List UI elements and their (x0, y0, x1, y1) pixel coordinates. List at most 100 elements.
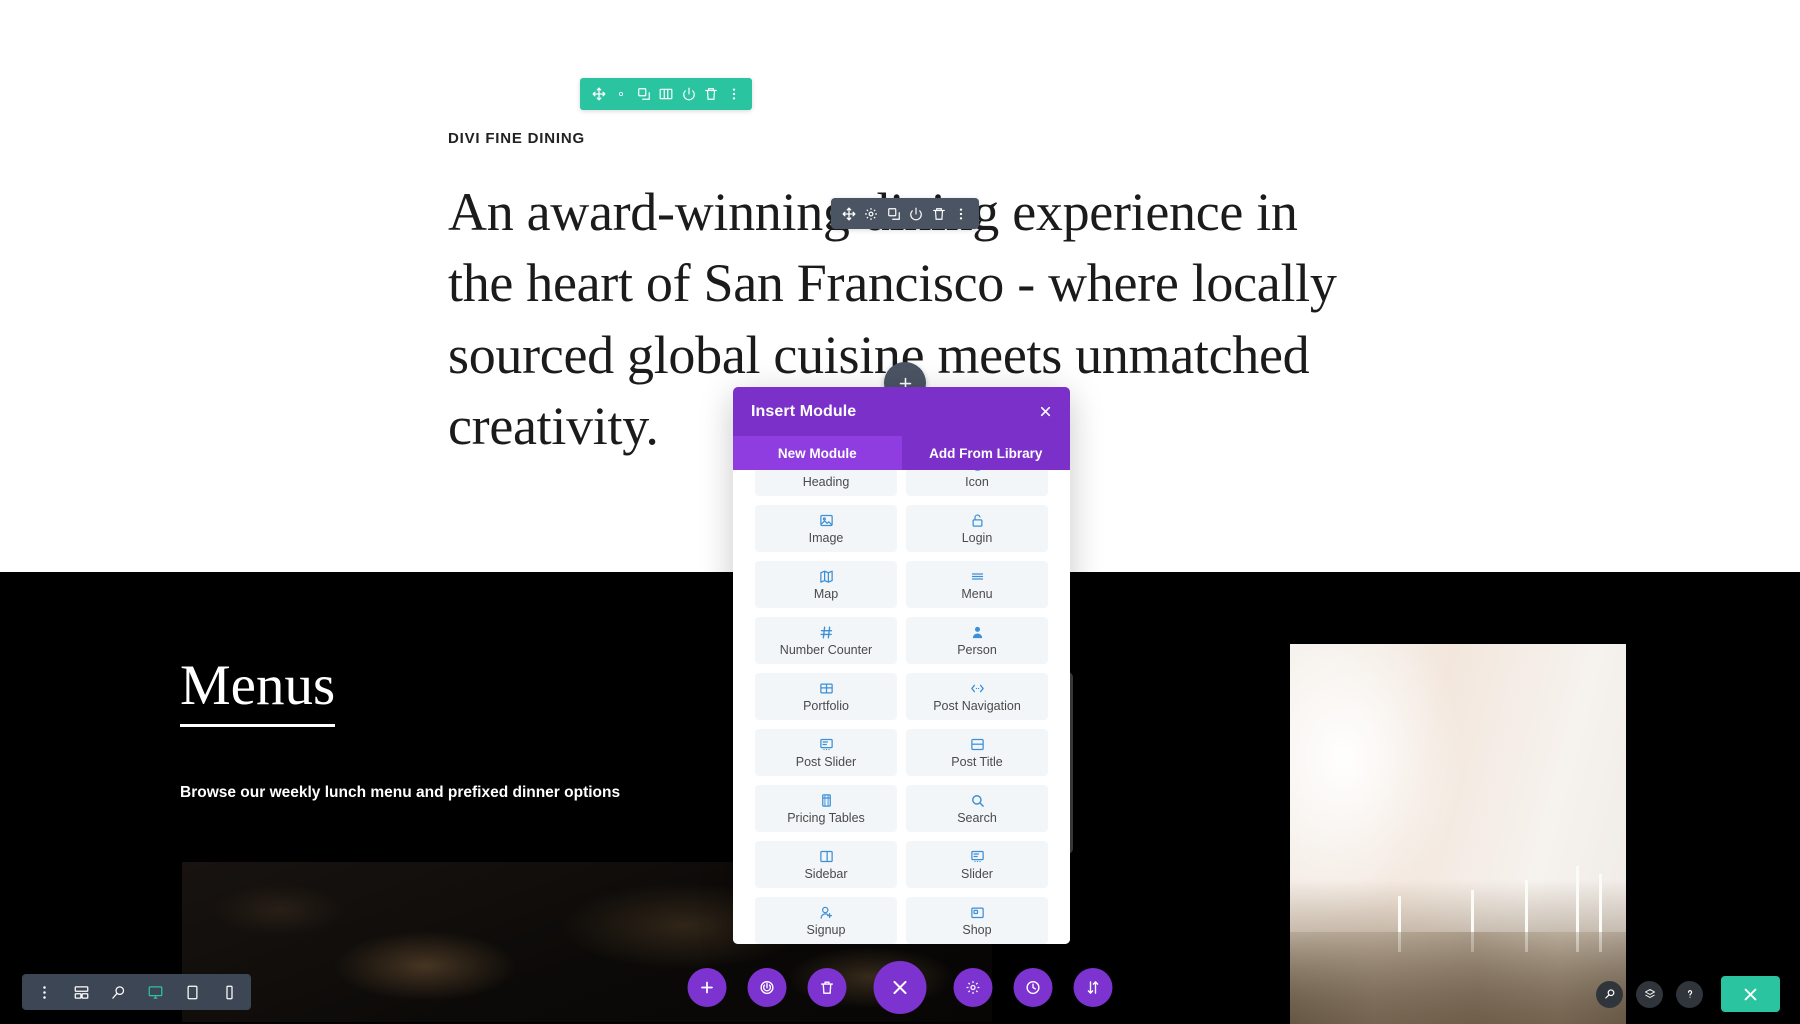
module-card-label: Menu (961, 586, 993, 601)
hero-eyebrow: DIVI FINE DINING (448, 130, 585, 147)
module-card[interactable]: Heading (755, 470, 897, 496)
module-card[interactable]: Search (906, 785, 1048, 832)
hash-icon (819, 625, 834, 641)
menus-subtitle: Browse our weekly lunch menu and prefixe… (180, 784, 621, 801)
phone-icon[interactable] (220, 983, 238, 1001)
modal-title: Insert Module (751, 402, 857, 420)
module-card[interactable]: Icon (906, 470, 1048, 496)
duplicate-icon[interactable] (885, 205, 902, 222)
dining-table-photo (1290, 644, 1626, 1024)
visual-builder-page: DIVI FINE DINING An award-winning dining… (0, 0, 1800, 1024)
module-card-label: Signup (806, 922, 846, 937)
module-card-label: Sidebar (804, 866, 848, 881)
device-preview-toolbar[interactable] (22, 974, 251, 1010)
module-card-label: Map (813, 586, 839, 601)
add-section-button[interactable] (687, 968, 727, 1007)
person-icon (970, 625, 985, 641)
builder-action-bar (687, 961, 1113, 1014)
close-menu-button[interactable] (873, 961, 927, 1014)
builder-right-tools (1596, 976, 1780, 1012)
module-card-label: Post Navigation (933, 698, 1021, 713)
wireframe-icon[interactable] (72, 983, 90, 1001)
heading-icon (819, 470, 834, 473)
desktop-icon[interactable] (146, 983, 164, 1001)
module-card-label: Shop (962, 922, 992, 937)
insert-module-modal: Insert Module New Module Add From Librar… (733, 387, 1070, 944)
post-slider-icon (819, 737, 834, 753)
clear-layout-button[interactable] (807, 968, 847, 1007)
trash-icon[interactable] (930, 205, 947, 222)
module-card[interactable]: Number Counter (755, 617, 897, 664)
module-card[interactable]: Map (755, 561, 897, 608)
sidebar-icon (819, 849, 834, 865)
module-card-label: Person (957, 642, 997, 657)
tab-add-from-library[interactable]: Add From Library (901, 436, 1070, 470)
move-icon[interactable] (840, 205, 857, 222)
module-grid: Heading Icon Image Login Map Menu Number Count… (755, 470, 1048, 944)
exit-visual-builder-button[interactable] (1721, 976, 1780, 1012)
power-icon[interactable] (680, 86, 697, 103)
editing-history-button[interactable] (1013, 968, 1053, 1007)
pricing-tables-icon (819, 793, 834, 809)
post-title-icon (970, 737, 985, 753)
move-icon[interactable] (590, 86, 607, 103)
module-card-label: Post Title (951, 754, 1003, 769)
module-card[interactable]: Person (906, 617, 1048, 664)
module-card-label: Number Counter (779, 642, 873, 657)
module-card[interactable]: Menu (906, 561, 1048, 608)
hamburger-icon (970, 569, 985, 585)
tablet-icon[interactable] (183, 983, 201, 1001)
gear-icon[interactable] (613, 86, 630, 103)
trash-icon[interactable] (703, 86, 720, 103)
module-card-label: Image (808, 530, 844, 545)
module-card-label: Search (957, 810, 997, 825)
image-icon (819, 513, 834, 529)
module-toolbar[interactable] (831, 198, 979, 229)
module-card[interactable]: Signup (755, 897, 897, 944)
module-card-label: Heading (802, 474, 850, 489)
modal-tabs: New Module Add From Library (733, 436, 1070, 470)
shop-icon (970, 905, 985, 921)
toggle-builder-button[interactable] (747, 968, 787, 1007)
module-card-label: Login (961, 530, 993, 545)
kebab-menu-icon[interactable] (725, 86, 742, 103)
module-card[interactable]: Post Slider (755, 729, 897, 776)
code-arrows-icon (970, 681, 985, 697)
module-card-label: Icon (965, 474, 989, 489)
section-toolbar[interactable] (580, 78, 752, 110)
page-settings-button[interactable] (953, 968, 993, 1007)
module-card-label: Post Slider (795, 754, 857, 769)
modal-header: Insert Module (733, 387, 1070, 436)
modal-body: Heading Icon Image Login Map Menu Number Count… (733, 470, 1070, 944)
kebab-menu-icon[interactable] (35, 983, 53, 1001)
tab-new-module[interactable]: New Module (733, 436, 902, 470)
duplicate-icon[interactable] (635, 86, 652, 103)
columns-icon[interactable] (658, 86, 675, 103)
slider-icon (970, 849, 985, 865)
module-card[interactable]: Sidebar (755, 841, 897, 888)
module-card[interactable]: Shop (906, 897, 1048, 944)
search-icon (970, 793, 985, 809)
person-add-icon (819, 905, 834, 921)
kebab-menu-icon[interactable] (953, 205, 970, 222)
grid-icon (819, 681, 834, 697)
zoom-out-icon[interactable] (109, 983, 127, 1001)
module-card[interactable]: Post Navigation (906, 673, 1048, 720)
module-card[interactable]: Image (755, 505, 897, 552)
target-icon (970, 470, 985, 473)
module-card[interactable]: Portfolio (755, 673, 897, 720)
help-icon[interactable] (1676, 980, 1703, 1008)
module-card[interactable]: Post Title (906, 729, 1048, 776)
search-icon[interactable] (1596, 980, 1623, 1008)
module-card-label: Pricing Tables (787, 810, 865, 825)
module-card-label: Portfolio (803, 698, 849, 713)
module-card[interactable]: Login (906, 505, 1048, 552)
close-icon[interactable] (1034, 401, 1056, 423)
portability-button[interactable] (1073, 968, 1113, 1007)
module-card[interactable]: Slider (906, 841, 1048, 888)
module-card[interactable]: Pricing Tables (755, 785, 897, 832)
lock-icon (970, 513, 985, 529)
layers-icon[interactable] (1636, 980, 1663, 1008)
power-icon[interactable] (908, 205, 925, 222)
gear-icon[interactable] (863, 205, 880, 222)
